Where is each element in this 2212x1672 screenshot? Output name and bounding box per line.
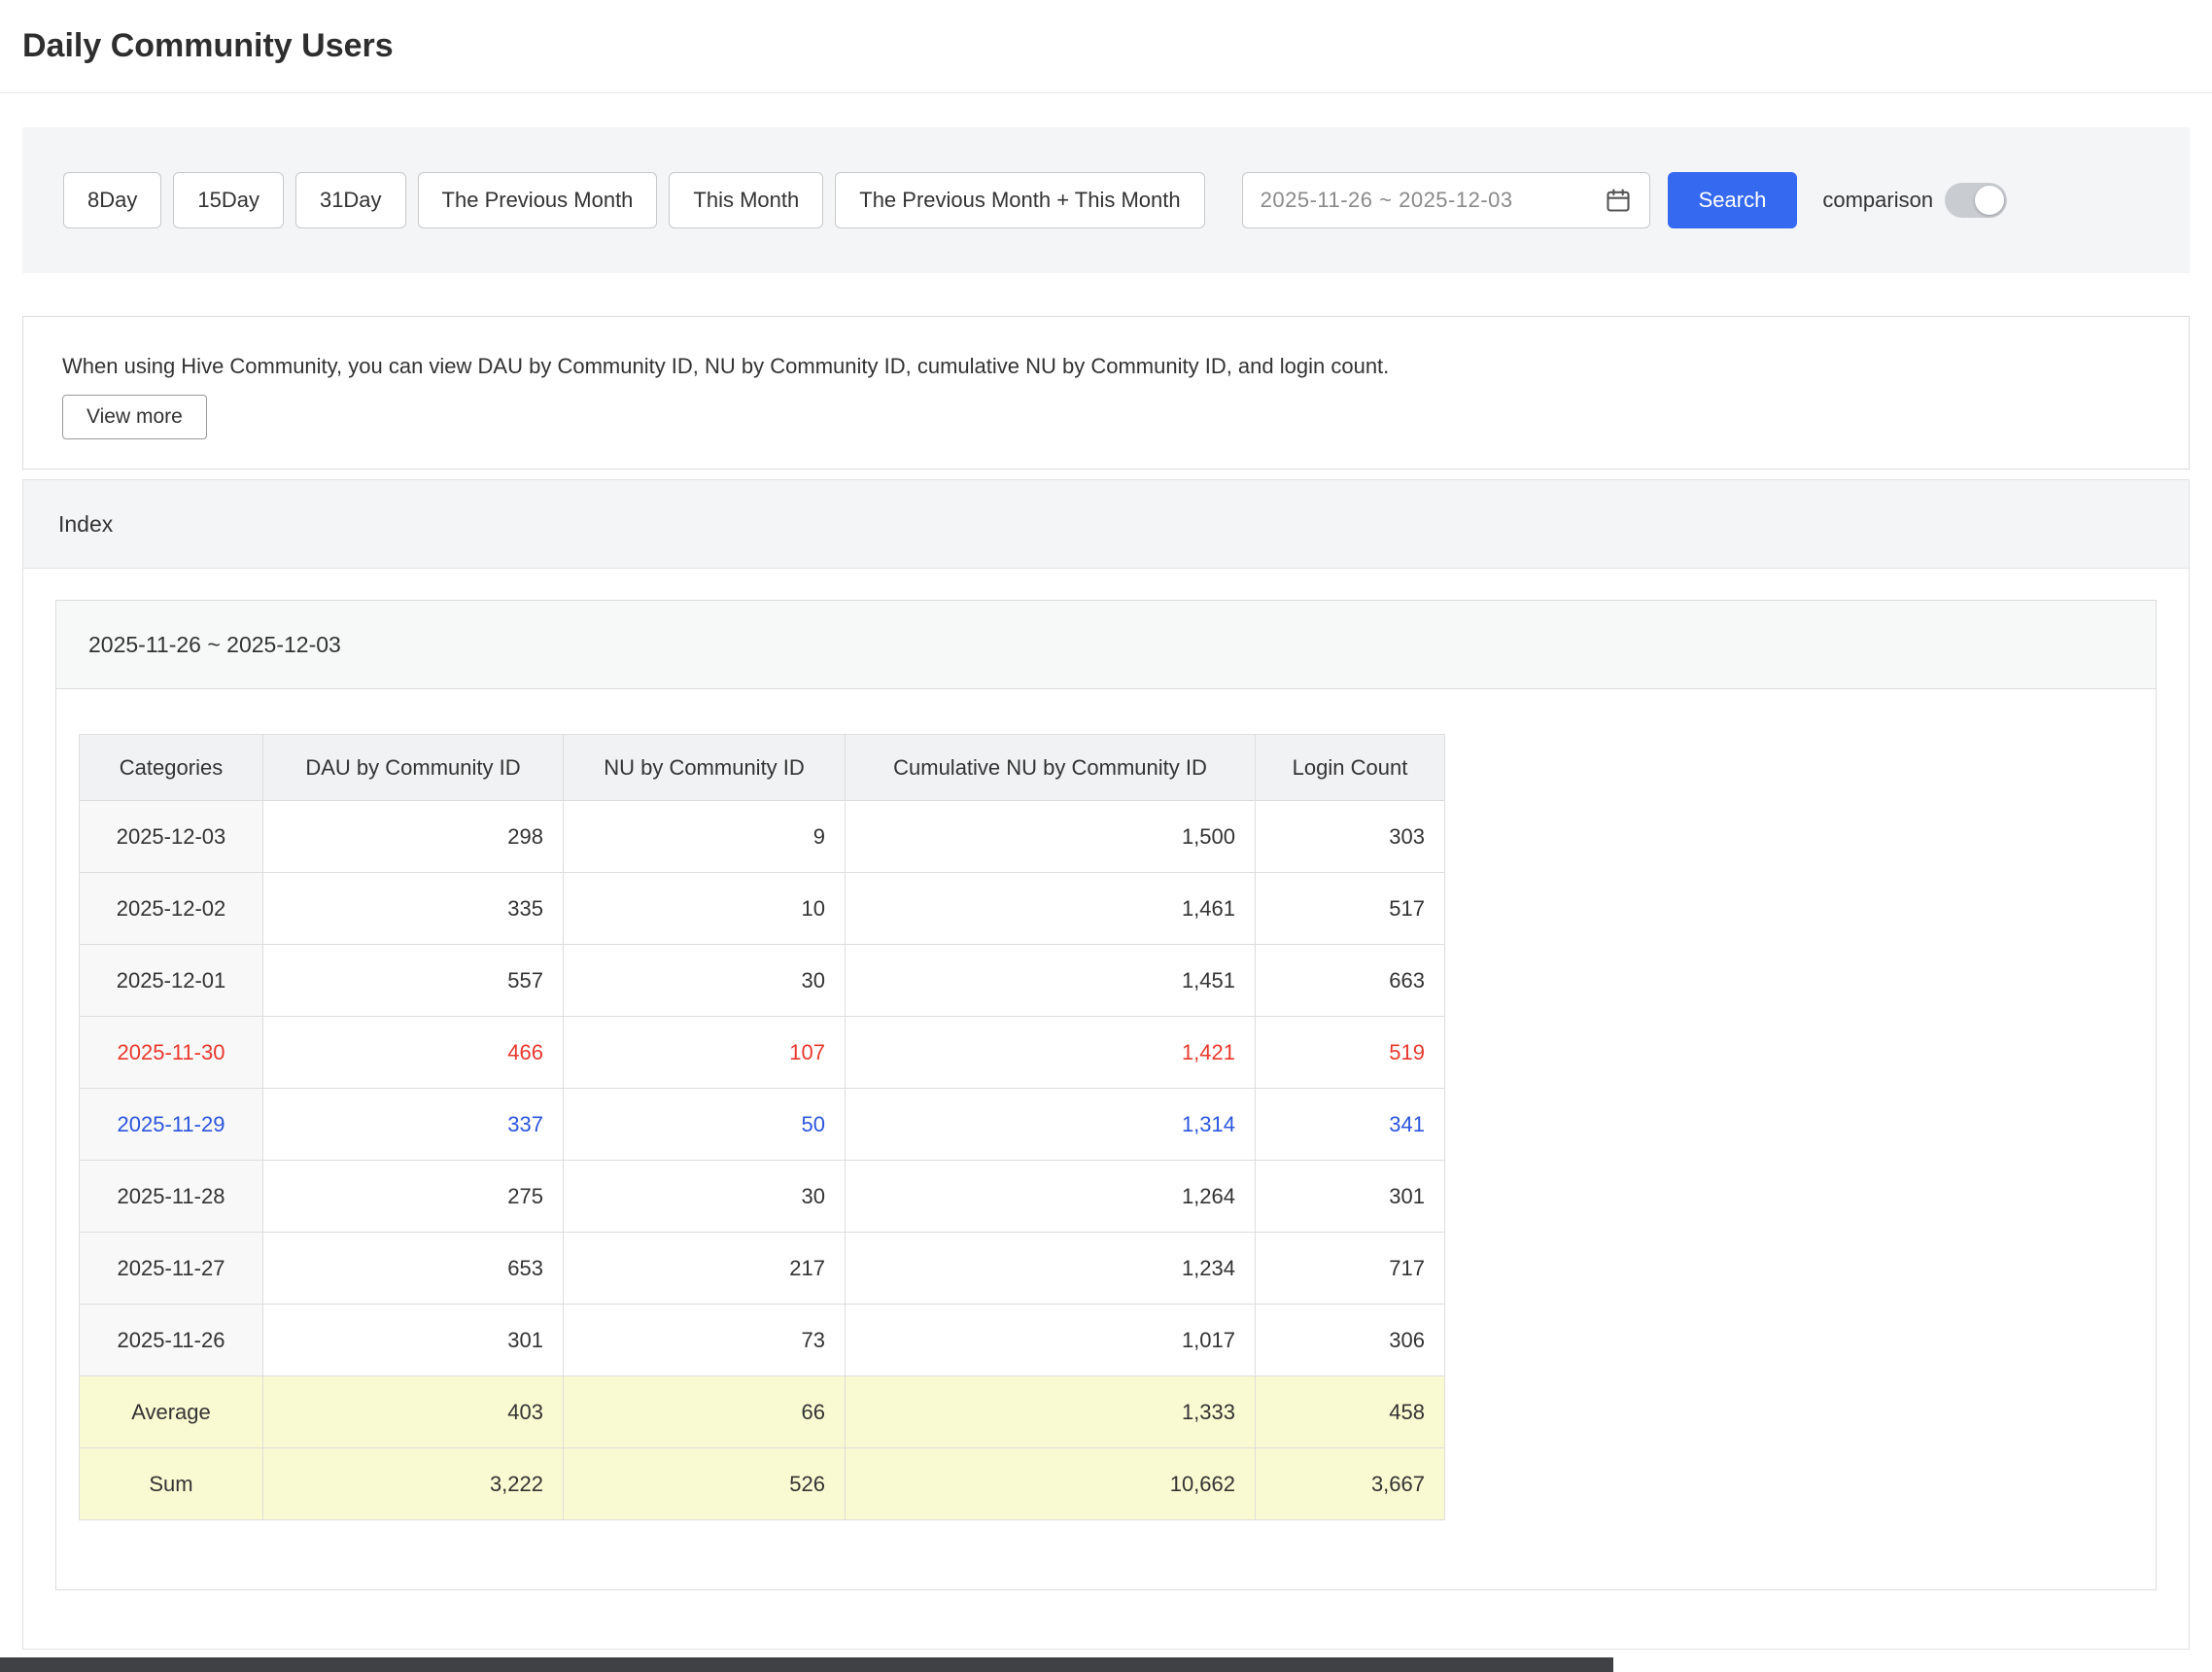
row-value: 66: [564, 1376, 846, 1448]
row-value: 1,451: [846, 945, 1256, 1017]
row-value: 30: [564, 1161, 846, 1233]
view-more-button[interactable]: View more: [62, 395, 207, 439]
row-value: 10: [564, 873, 846, 945]
comparison-label: comparison: [1822, 188, 1933, 213]
row-value: 50: [564, 1089, 846, 1161]
row-value: 717: [1256, 1233, 1445, 1305]
table-row: 2025-11-29337501,314341: [80, 1089, 1445, 1161]
table-row: 2025-12-0329891,500303: [80, 801, 1445, 873]
quick-range-buttons: 8Day15Day31DayThe Previous MonthThis Mon…: [63, 172, 1217, 228]
table-row: 2025-12-01557301,451663: [80, 945, 1445, 1017]
report-panel: 2025-11-26 ~ 2025-12-03 CategoriesDAU by…: [55, 600, 2157, 1590]
row-value: 341: [1256, 1089, 1445, 1161]
filter-bar: 8Day15Day31DayThe Previous MonthThis Mon…: [22, 127, 2190, 273]
row-value: 1,461: [846, 873, 1256, 945]
row-value: 107: [564, 1017, 846, 1089]
footer-strip: [0, 1657, 1613, 1672]
table-column-header: DAU by Community ID: [263, 735, 564, 801]
quick-range-button[interactable]: 31Day: [295, 172, 406, 228]
row-value: 73: [564, 1305, 846, 1376]
row-category: Sum: [80, 1448, 263, 1520]
quick-range-button[interactable]: The Previous Month + This Month: [835, 172, 1204, 228]
page: Daily Community Users 8Day15Day31DayThe …: [0, 0, 2212, 1650]
section-header: Index: [23, 480, 2189, 569]
table-row: 2025-11-304661071,421519: [80, 1017, 1445, 1089]
table-row: Sum3,22252610,6623,667: [80, 1448, 1445, 1520]
row-value: 403: [263, 1376, 564, 1448]
table-row: 2025-11-28275301,264301: [80, 1161, 1445, 1233]
row-value: 217: [564, 1233, 846, 1305]
row-value: 458: [1256, 1376, 1445, 1448]
row-value: 557: [263, 945, 564, 1017]
row-value: 9: [564, 801, 846, 873]
row-category: 2025-11-27: [80, 1233, 263, 1305]
section-title: Index: [58, 511, 113, 538]
row-value: 466: [263, 1017, 564, 1089]
row-category: 2025-12-01: [80, 945, 263, 1017]
row-category: 2025-11-29: [80, 1089, 263, 1161]
row-value: 335: [263, 873, 564, 945]
table-column-header: Categories: [80, 735, 263, 801]
row-value: 1,333: [846, 1376, 1256, 1448]
table-row: 2025-11-26301731,017306: [80, 1305, 1445, 1376]
page-header: Daily Community Users: [0, 0, 2212, 93]
table-column-header: Cumulative NU by Community ID: [846, 735, 1256, 801]
row-category: 2025-11-30: [80, 1017, 263, 1089]
row-value: 301: [263, 1305, 564, 1376]
row-value: 10,662: [846, 1448, 1256, 1520]
date-range-input[interactable]: 2025-11-26 ~ 2025-12-03: [1242, 172, 1650, 228]
row-value: 303: [1256, 801, 1445, 873]
row-value: 517: [1256, 873, 1445, 945]
row-value: 306: [1256, 1305, 1445, 1376]
index-section: Index 2025-11-26 ~ 2025-12-03 Categories…: [22, 479, 2190, 1650]
quick-range-button[interactable]: This Month: [669, 172, 823, 228]
row-category: 2025-12-03: [80, 801, 263, 873]
row-value: 1,264: [846, 1161, 1256, 1233]
row-value: 1,234: [846, 1233, 1256, 1305]
row-value: 1,421: [846, 1017, 1256, 1089]
row-category: Average: [80, 1376, 263, 1448]
comparison-toggle[interactable]: [1945, 183, 2007, 218]
quick-range-button[interactable]: 8Day: [63, 172, 161, 228]
row-value: 298: [263, 801, 564, 873]
calendar-icon[interactable]: [1605, 187, 1632, 214]
notice-panel: When using Hive Community, you can view …: [22, 316, 2190, 470]
row-value: 663: [1256, 945, 1445, 1017]
page-title: Daily Community Users: [22, 27, 394, 65]
index-table: CategoriesDAU by Community IDNU by Commu…: [79, 734, 1445, 1520]
row-value: 1,500: [846, 801, 1256, 873]
row-value: 30: [564, 945, 846, 1017]
table-header-row: CategoriesDAU by Community IDNU by Commu…: [80, 735, 1445, 801]
row-category: 2025-12-02: [80, 873, 263, 945]
table-row: Average403661,333458: [80, 1376, 1445, 1448]
quick-range-button[interactable]: The Previous Month: [418, 172, 658, 228]
row-value: 519: [1256, 1017, 1445, 1089]
row-value: 1,017: [846, 1305, 1256, 1376]
section-body: 2025-11-26 ~ 2025-12-03 CategoriesDAU by…: [23, 569, 2189, 1649]
report-period-header: 2025-11-26 ~ 2025-12-03: [56, 601, 2156, 689]
toggle-knob: [1975, 186, 2004, 215]
row-value: 526: [564, 1448, 846, 1520]
table-row: 2025-12-02335101,461517: [80, 873, 1445, 945]
date-range-value: 2025-11-26 ~ 2025-12-03: [1261, 188, 1605, 213]
table-row: 2025-11-276532171,234717: [80, 1233, 1445, 1305]
quick-range-button[interactable]: 15Day: [173, 172, 284, 228]
row-value: 275: [263, 1161, 564, 1233]
row-category: 2025-11-26: [80, 1305, 263, 1376]
row-category: 2025-11-28: [80, 1161, 263, 1233]
table-column-header: NU by Community ID: [564, 735, 846, 801]
notice-text: When using Hive Community, you can view …: [62, 354, 2150, 379]
search-button[interactable]: Search: [1668, 172, 1798, 228]
row-value: 3,222: [263, 1448, 564, 1520]
table-column-header: Login Count: [1256, 735, 1445, 801]
row-value: 3,667: [1256, 1448, 1445, 1520]
report-period: 2025-11-26 ~ 2025-12-03: [88, 632, 341, 658]
report-body: CategoriesDAU by Community IDNU by Commu…: [56, 689, 2156, 1589]
row-value: 653: [263, 1233, 564, 1305]
row-value: 337: [263, 1089, 564, 1161]
row-value: 301: [1256, 1161, 1445, 1233]
row-value: 1,314: [846, 1089, 1256, 1161]
